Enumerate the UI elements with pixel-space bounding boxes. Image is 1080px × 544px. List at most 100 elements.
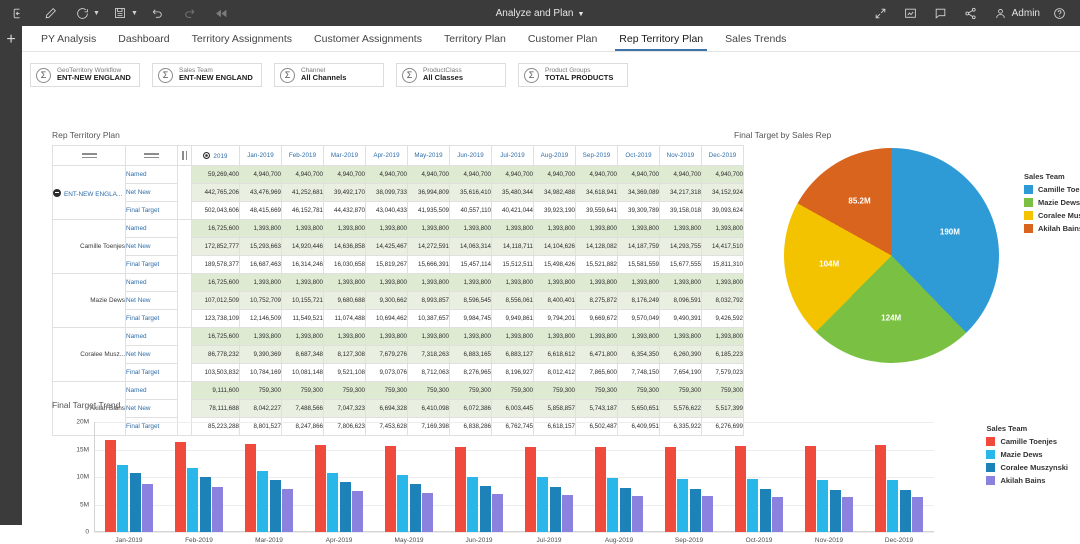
legend-item[interactable]: Akilah Bains — [986, 476, 1068, 485]
bar[interactable] — [480, 486, 491, 532]
data-cell[interactable]: 15,457,114 — [450, 256, 492, 274]
data-cell[interactable]: 1,393,800 — [576, 274, 618, 292]
data-cell[interactable]: 759,300 — [240, 382, 282, 400]
group-name-cell[interactable]: Coralee Musz... — [53, 328, 126, 382]
legend-item[interactable]: Mazie Dews — [986, 450, 1068, 459]
data-cell[interactable]: 35,480,344 — [492, 184, 534, 202]
data-cell[interactable]: 6,354,350 — [618, 346, 660, 364]
data-cell[interactable]: 16,314,246 — [282, 256, 324, 274]
legend-item[interactable]: Coralee Muszy... — [1024, 211, 1080, 220]
data-cell[interactable]: 16,687,463 — [240, 256, 282, 274]
data-cell[interactable]: 103,503,832 — [192, 364, 240, 382]
help-icon[interactable] — [1044, 0, 1074, 26]
table-row[interactable]: Camille ToenjesNamed16,725,6001,393,8001… — [53, 220, 744, 238]
data-cell[interactable]: 759,300 — [618, 382, 660, 400]
data-cell[interactable]: 41,935,509 — [408, 202, 450, 220]
data-cell[interactable]: 1,393,800 — [324, 220, 366, 238]
data-cell[interactable]: 1,393,800 — [282, 328, 324, 346]
data-cell[interactable]: 1,393,800 — [492, 274, 534, 292]
data-cell[interactable]: 34,618,941 — [576, 184, 618, 202]
bar[interactable] — [805, 446, 816, 532]
data-cell[interactable]: 12,146,509 — [240, 310, 282, 328]
group-name-cell[interactable]: Camille Toenjes — [53, 220, 126, 274]
bar[interactable] — [632, 496, 643, 532]
data-cell[interactable]: 502,043,606 — [192, 202, 240, 220]
data-cell[interactable]: 16,725,600 — [192, 328, 240, 346]
data-cell[interactable]: 1,393,800 — [366, 328, 408, 346]
bar[interactable] — [912, 497, 923, 532]
data-cell[interactable]: 1,393,800 — [534, 274, 576, 292]
data-cell[interactable]: 14,104,626 — [534, 238, 576, 256]
data-cell[interactable]: 7,654,190 — [660, 364, 702, 382]
data-cell[interactable]: 41,252,681 — [282, 184, 324, 202]
data-cell[interactable]: 1,393,800 — [534, 220, 576, 238]
bar[interactable] — [455, 447, 466, 532]
chevron-down-icon[interactable]: ▼ — [577, 11, 584, 18]
bar[interactable] — [747, 479, 758, 532]
data-cell[interactable]: 9,794,201 — [534, 310, 576, 328]
table-row[interactable]: Net New107,012,50910,752,70910,155,7219,… — [53, 292, 744, 310]
tab-rep-territory-plan[interactable]: Rep Territory Plan — [608, 33, 714, 51]
data-cell[interactable]: 759,300 — [534, 382, 576, 400]
bar[interactable] — [842, 497, 853, 532]
tab-py-analysis[interactable]: PY Analysis — [30, 33, 107, 51]
data-cell[interactable]: 4,940,700 — [534, 166, 576, 184]
data-cell[interactable]: 1,393,800 — [576, 220, 618, 238]
measure-column-header[interactable] — [126, 146, 178, 166]
data-cell[interactable]: 4,940,700 — [660, 166, 702, 184]
column-header-may-2019[interactable]: May-2019 — [408, 146, 450, 166]
bar[interactable] — [467, 477, 478, 532]
data-cell[interactable]: 14,293,755 — [660, 238, 702, 256]
save-dropdown-caret[interactable]: ▼ — [131, 10, 138, 17]
data-cell[interactable]: 1,393,800 — [450, 220, 492, 238]
data-cell[interactable]: 1,393,800 — [534, 328, 576, 346]
data-cell[interactable]: 8,596,545 — [450, 292, 492, 310]
data-cell[interactable]: 10,752,709 — [240, 292, 282, 310]
bar[interactable] — [772, 497, 783, 532]
filter-chip-channel[interactable]: ΣChannelAll Channels — [274, 63, 384, 87]
data-cell[interactable]: 9,949,861 — [492, 310, 534, 328]
data-cell[interactable]: 15,293,663 — [240, 238, 282, 256]
data-cell[interactable]: 4,940,700 — [324, 166, 366, 184]
data-cell[interactable]: 10,784,169 — [240, 364, 282, 382]
hamburger-icon[interactable] — [126, 146, 177, 165]
data-cell[interactable]: 40,557,110 — [450, 202, 492, 220]
data-cell[interactable]: 10,155,721 — [282, 292, 324, 310]
bar[interactable] — [550, 487, 561, 532]
filter-chip-product-groups[interactable]: ΣProduct GroupsTOTAL PRODUCTS — [518, 63, 628, 87]
data-cell[interactable]: 1,393,800 — [450, 274, 492, 292]
table-row[interactable]: Mazie DewsNamed16,725,6001,393,8001,393,… — [53, 274, 744, 292]
data-cell[interactable]: 9,521,108 — [324, 364, 366, 382]
data-cell[interactable]: 8,993,857 — [408, 292, 450, 310]
data-cell[interactable]: 43,040,433 — [366, 202, 408, 220]
data-cell[interactable]: 4,940,700 — [282, 166, 324, 184]
data-cell[interactable]: 4,940,700 — [492, 166, 534, 184]
filter-chip-sales-team[interactable]: ΣSales TeamENT-NEW ENGLAND — [152, 63, 262, 87]
data-cell[interactable]: 759,300 — [660, 382, 702, 400]
legend-item[interactable]: Coralee Muszynski — [986, 463, 1068, 472]
bar[interactable] — [397, 475, 408, 532]
bar-chart[interactable]: 05M10M15M20MJan-2019Feb-2019Mar-2019Apr-… — [94, 422, 934, 532]
column-header-mar-2019[interactable]: Mar-2019 — [324, 146, 366, 166]
table-row[interactable]: Net New86,778,2329,390,3698,687,3488,127… — [53, 346, 744, 364]
data-cell[interactable]: 34,982,488 — [534, 184, 576, 202]
bar[interactable] — [830, 490, 841, 532]
data-cell[interactable]: 1,393,800 — [450, 328, 492, 346]
data-cell[interactable]: 34,369,089 — [618, 184, 660, 202]
data-cell[interactable]: 4,940,700 — [576, 166, 618, 184]
bar[interactable] — [212, 487, 223, 532]
data-cell[interactable]: 8,687,348 — [282, 346, 324, 364]
edit-icon[interactable] — [34, 0, 66, 26]
bar[interactable] — [200, 477, 211, 532]
group-name-cell[interactable]: Mazie Dews — [53, 274, 126, 328]
data-cell[interactable]: 9,073,076 — [366, 364, 408, 382]
share-icon[interactable] — [956, 0, 986, 26]
data-cell[interactable]: 44,432,870 — [324, 202, 366, 220]
bar[interactable] — [875, 445, 886, 532]
data-cell[interactable]: 11,549,521 — [282, 310, 324, 328]
data-cell[interactable]: 39,158,018 — [660, 202, 702, 220]
bar[interactable] — [187, 468, 198, 532]
bar[interactable] — [760, 489, 771, 532]
data-cell[interactable]: 35,616,410 — [450, 184, 492, 202]
data-cell[interactable]: 1,393,800 — [618, 274, 660, 292]
